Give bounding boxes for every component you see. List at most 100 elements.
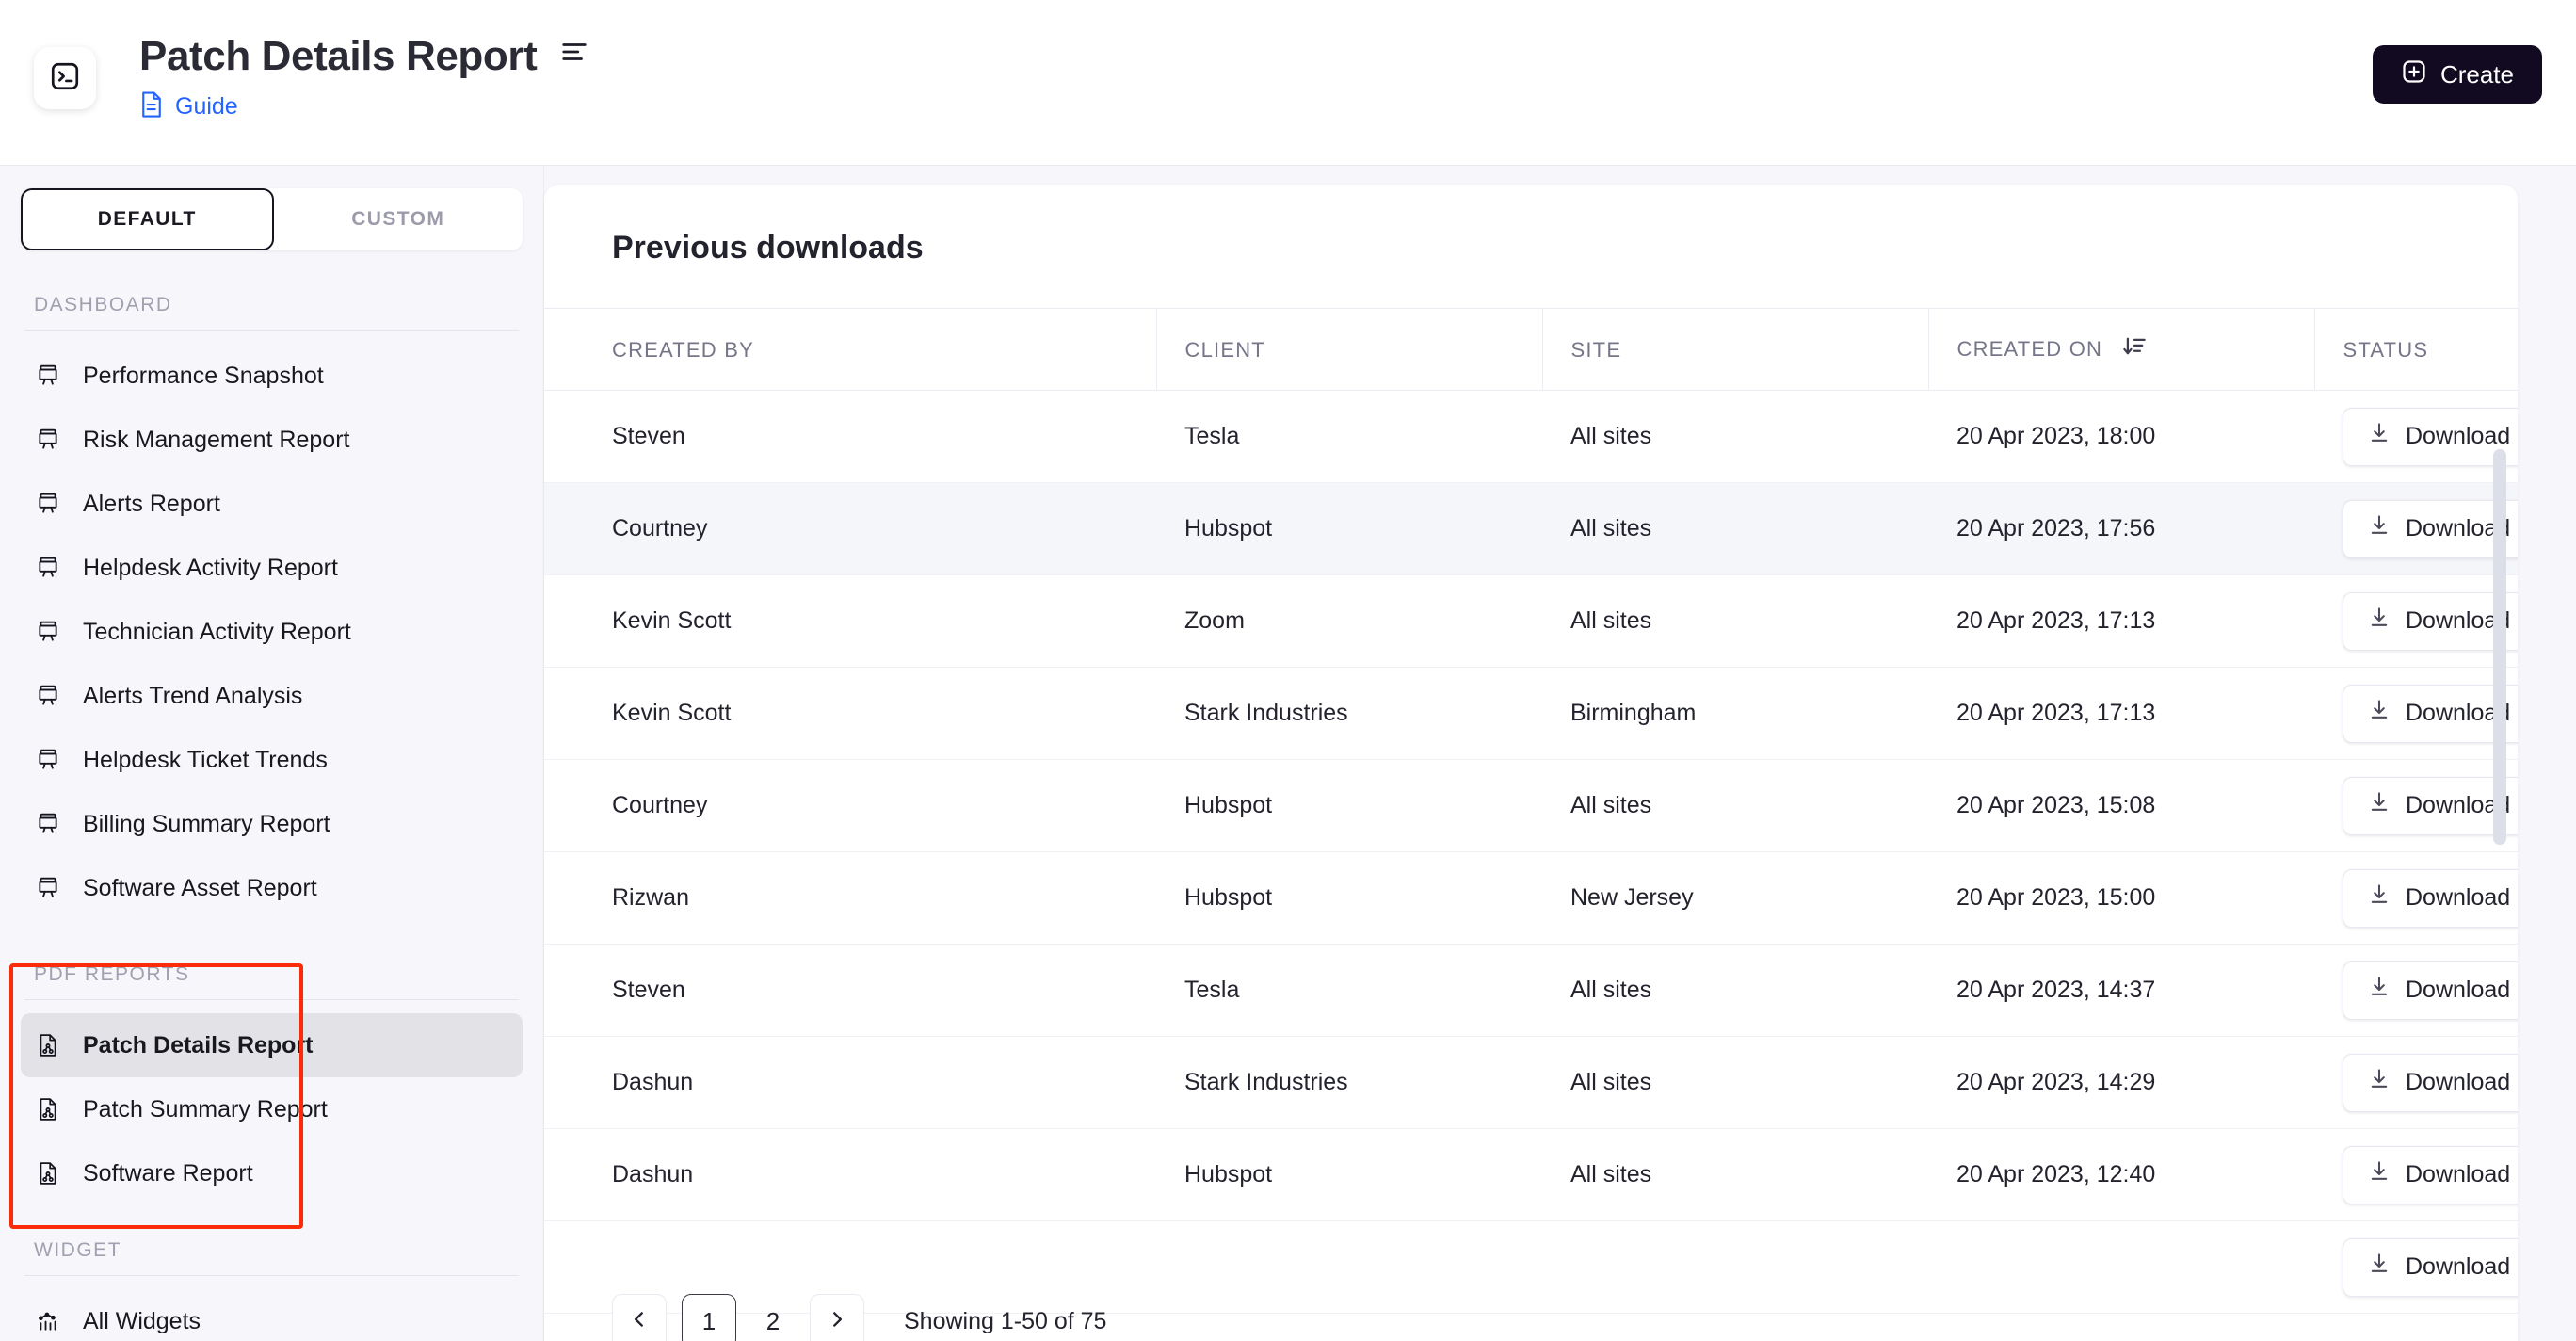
sidebar-tabs: DEFAULT CUSTOM xyxy=(21,188,523,250)
downloads-table: CREATED BY CLIENT SITE CREATED ON STATUS… xyxy=(544,308,2518,1314)
sidebar-item-label: Performance Snapshot xyxy=(83,362,324,389)
cell-created-by: Dashun xyxy=(544,1036,1156,1129)
sidebar-item-patch-details-report[interactable]: Patch Details Report xyxy=(21,1013,523,1077)
cell-site: All sites xyxy=(1542,574,1928,668)
cell-created-by: Kevin Scott xyxy=(544,574,1156,668)
easel-icon xyxy=(34,362,62,390)
table-body: Steven Tesla All sites 20 Apr 2023, 18:0… xyxy=(544,390,2518,1314)
cell-site: All sites xyxy=(1542,482,1928,575)
table-row[interactable]: Rizwan Hubspot New Jersey 20 Apr 2023, 1… xyxy=(544,851,2518,945)
pagination-showing-label: Showing 1-50 of 75 xyxy=(904,1307,1107,1334)
download-pdf-button[interactable]: Download PDF xyxy=(2343,1145,2518,1204)
table-row[interactable]: Kevin Scott Stark Industries Birmingham … xyxy=(544,667,2518,760)
cell-client: Hubspot xyxy=(1156,759,1542,852)
download-pdf-label: Download PDF xyxy=(2406,423,2518,449)
download-pdf-button[interactable]: Download PDF xyxy=(2343,1053,2518,1112)
section-divider xyxy=(24,1275,519,1276)
download-icon xyxy=(2368,606,2391,636)
download-pdf-label: Download PDF xyxy=(2406,1069,2518,1095)
cell-client: Zoom xyxy=(1156,574,1542,668)
tab-default[interactable]: DEFAULT xyxy=(21,188,274,250)
cell-status: Download PDF xyxy=(2314,851,2518,945)
sidebar-item-all-widgets[interactable]: All Widgets xyxy=(21,1289,523,1341)
table-row[interactable]: Kevin Scott Zoom All sites 20 Apr 2023, … xyxy=(544,574,2518,668)
cell-client: Stark Industries xyxy=(1156,667,1542,760)
create-button[interactable]: Create xyxy=(2372,45,2542,104)
create-button-label: Create xyxy=(2439,59,2514,89)
table-row[interactable]: Dashun Hubspot All sites 20 Apr 2023, 12… xyxy=(544,1128,2518,1221)
cell-created-by: Rizwan xyxy=(544,851,1156,945)
cell-created-on: 20 Apr 2023, 17:13 xyxy=(1928,667,2314,760)
pagination-prev-button[interactable] xyxy=(612,1294,667,1341)
cell-created-on: 20 Apr 2023, 17:56 xyxy=(1928,482,2314,575)
download-pdf-button[interactable]: Download PDF xyxy=(2343,868,2518,928)
section-label-pdf-reports: PDF REPORTS xyxy=(34,963,190,985)
sidebar-item-billing-summary-report[interactable]: Billing Summary Report xyxy=(21,792,523,856)
guide-row[interactable]: Guide xyxy=(139,90,588,123)
tab-custom[interactable]: CUSTOM xyxy=(274,188,523,250)
cell-status: Download PDF xyxy=(2314,1036,2518,1129)
pagination-page-2[interactable]: 2 xyxy=(751,1307,795,1336)
sidebar-item-alerts-trend-analysis[interactable]: Alerts Trend Analysis xyxy=(21,664,523,728)
column-header-created-by[interactable]: CREATED BY xyxy=(544,308,1156,391)
download-icon xyxy=(2368,422,2391,451)
sidebar-item-software-asset-report[interactable]: Software Asset Report xyxy=(21,856,523,920)
card-title: Previous downloads xyxy=(612,230,924,266)
download-pdf-button[interactable]: Download PDF xyxy=(2343,499,2518,558)
page-title: Patch Details Report xyxy=(139,33,538,79)
sidebar-item-patch-summary-report[interactable]: Patch Summary Report xyxy=(21,1077,523,1141)
table-row[interactable]: Dashun Stark Industries All sites 20 Apr… xyxy=(544,1036,2518,1129)
download-pdf-button[interactable]: Download PDF xyxy=(2343,776,2518,835)
cell-created-on: 20 Apr 2023, 12:40 xyxy=(1928,1128,2314,1221)
download-pdf-button[interactable]: Download PDF xyxy=(2343,591,2518,651)
cell-status: Download PDF xyxy=(2314,759,2518,852)
pagination-next-button[interactable] xyxy=(810,1294,864,1341)
download-icon xyxy=(2368,1068,2391,1097)
sidebar-item-helpdesk-activity-report[interactable]: Helpdesk Activity Report xyxy=(21,536,523,600)
pagination: 1 2 Showing 1-50 of 75 xyxy=(612,1294,1106,1341)
table-row[interactable]: Courtney Hubspot All sites 20 Apr 2023, … xyxy=(544,759,2518,852)
download-pdf-label: Download PDF xyxy=(2406,884,2518,911)
cell-status: Download PDF xyxy=(2314,1128,2518,1221)
table-row[interactable]: Courtney Hubspot All sites 20 Apr 2023, … xyxy=(544,482,2518,575)
column-header-site[interactable]: SITE xyxy=(1541,308,1928,391)
table-row[interactable]: Steven Tesla All sites 20 Apr 2023, 14:3… xyxy=(544,944,2518,1037)
chevron-left-icon xyxy=(629,1307,650,1336)
download-pdf-label: Download PDF xyxy=(2406,1161,2518,1188)
table-row[interactable]: Steven Tesla All sites 20 Apr 2023, 18:0… xyxy=(544,390,2518,483)
download-pdf-button[interactable]: Download PDF xyxy=(2343,407,2518,466)
column-header-status[interactable]: STATUS xyxy=(2313,308,2518,391)
sidebar-item-alerts-report[interactable]: Alerts Report xyxy=(21,472,523,536)
sidebar: DEFAULT CUSTOM DASHBOARD Performance Sna… xyxy=(0,166,544,1341)
sort-descending-icon[interactable] xyxy=(2122,335,2147,364)
pdf-reports-group: PDF REPORTS Patch Details Report Patch S… xyxy=(0,963,543,1229)
column-header-created-on[interactable]: CREATED ON xyxy=(1927,308,2314,391)
cell-site: All sites xyxy=(1542,1128,1928,1221)
section-divider xyxy=(24,999,519,1000)
download-pdf-button[interactable]: Download PDF xyxy=(2343,1237,2518,1297)
easel-icon xyxy=(34,618,62,646)
sidebar-item-helpdesk-ticket-trends[interactable]: Helpdesk Ticket Trends xyxy=(21,728,523,792)
align-lines-icon[interactable] xyxy=(560,40,588,69)
download-icon xyxy=(2368,791,2391,820)
cell-client: Tesla xyxy=(1156,944,1542,1037)
cell-client: Stark Industries xyxy=(1156,1036,1542,1129)
cell-site: All sites xyxy=(1542,759,1928,852)
sidebar-item-technician-activity-report[interactable]: Technician Activity Report xyxy=(21,600,523,664)
sidebar-item-performance-snapshot[interactable]: Performance Snapshot xyxy=(21,344,523,408)
table-scrollbar[interactable] xyxy=(2493,449,2506,845)
cell-status: Download PDF xyxy=(2314,1220,2518,1314)
sidebar-item-risk-management-report[interactable]: Risk Management Report xyxy=(21,408,523,472)
table-head: CREATED BY CLIENT SITE CREATED ON STATUS xyxy=(544,308,2518,391)
download-icon xyxy=(2368,976,2391,1005)
pagination-page-1[interactable]: 1 xyxy=(682,1294,736,1341)
pdf-report-icon xyxy=(34,1031,62,1059)
download-pdf-button[interactable]: Download PDF xyxy=(2343,684,2518,743)
sidebar-item-software-report[interactable]: Software Report xyxy=(21,1141,523,1205)
sidebar-item-label: Patch Summary Report xyxy=(83,1095,328,1123)
cell-status: Download PDF xyxy=(2314,574,2518,668)
guide-link[interactable]: Guide xyxy=(175,93,238,121)
cell-created-by: Dashun xyxy=(544,1128,1156,1221)
column-header-client[interactable]: CLIENT xyxy=(1155,308,1542,391)
download-pdf-button[interactable]: Download PDF xyxy=(2343,961,2518,1020)
